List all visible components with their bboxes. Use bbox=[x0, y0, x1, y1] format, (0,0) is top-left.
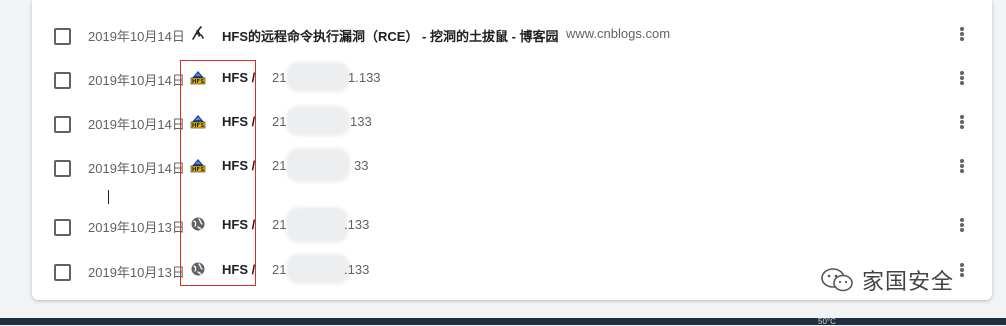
watermark: 家国安全 bbox=[820, 262, 954, 298]
row-date: 2019年10月14日 bbox=[88, 117, 185, 132]
row-ip-suffix: 33 bbox=[354, 158, 369, 173]
more-actions-icon[interactable] bbox=[952, 260, 972, 280]
row-checkbox[interactable] bbox=[54, 160, 71, 177]
watermark-text: 家国安全 bbox=[862, 269, 955, 294]
row-ip-prefix: 21 bbox=[272, 70, 287, 85]
more-actions-icon[interactable] bbox=[952, 24, 972, 44]
more-actions-icon[interactable] bbox=[952, 156, 972, 176]
redaction-blur bbox=[286, 106, 350, 136]
row-ip-prefix: 21 bbox=[272, 217, 287, 232]
history-row[interactable]: 2019年10月14日 HFS HFS / 21 1.133 bbox=[32, 58, 992, 102]
taskbar-temperature: 50°C bbox=[818, 317, 836, 326]
row-ip-prefix: 21 bbox=[272, 158, 287, 173]
row-date: 2019年10月14日 bbox=[88, 73, 185, 88]
row-checkbox[interactable] bbox=[54, 219, 71, 236]
row-ip-suffix: 1.133 bbox=[348, 70, 381, 85]
row-checkbox[interactable] bbox=[54, 264, 71, 281]
row-ip-suffix: 133 bbox=[350, 114, 372, 129]
row-date: 2019年10月13日 bbox=[88, 265, 185, 280]
row-date: 2019年10月14日 bbox=[88, 161, 185, 176]
row-domain: www.cnblogs.com bbox=[566, 26, 671, 41]
row-ip-suffix: .133 bbox=[344, 262, 370, 277]
history-card: 2019年10月14日 HFS的远程命令执行漏洞（RCE） - 挖洞的土拔鼠 -… bbox=[32, 0, 992, 300]
text-cursor bbox=[108, 190, 109, 204]
row-ip-prefix: 21 bbox=[272, 114, 287, 129]
row-ip-prefix: 21 bbox=[272, 262, 287, 277]
more-actions-icon[interactable] bbox=[952, 68, 972, 88]
cnblogs-icon bbox=[192, 26, 204, 40]
wechat-icon bbox=[821, 268, 853, 292]
row-ip-suffix: .133 bbox=[344, 217, 370, 232]
history-row[interactable]: 2019年10月14日 HFS的远程命令执行漏洞（RCE） - 挖洞的土拔鼠 -… bbox=[32, 14, 992, 58]
row-date: 2019年10月13日 bbox=[88, 220, 185, 235]
history-row[interactable]: 2019年10月13日 HFS / 21 .133 bbox=[32, 205, 992, 249]
redaction-blur bbox=[286, 207, 348, 243]
history-row[interactable]: 2019年10月14日 HFS HFS / 21 133 bbox=[32, 102, 992, 146]
row-checkbox[interactable] bbox=[54, 28, 71, 45]
row-checkbox[interactable] bbox=[54, 72, 71, 89]
highlight-box bbox=[180, 60, 256, 286]
taskbar bbox=[0, 318, 1006, 325]
row-date: 2019年10月14日 bbox=[88, 29, 185, 44]
redaction-blur bbox=[286, 62, 350, 92]
more-actions-icon[interactable] bbox=[952, 112, 972, 132]
row-title[interactable]: HFS的远程命令执行漏洞（RCE） - 挖洞的土拔鼠 - 博客园 bbox=[222, 26, 559, 45]
history-row[interactable]: 2019年10月14日 HFS HFS / 21 33 bbox=[32, 146, 992, 190]
more-actions-icon[interactable] bbox=[952, 215, 972, 235]
redaction-blur bbox=[286, 254, 350, 284]
redaction-blur bbox=[286, 148, 350, 182]
row-checkbox[interactable] bbox=[54, 116, 71, 133]
